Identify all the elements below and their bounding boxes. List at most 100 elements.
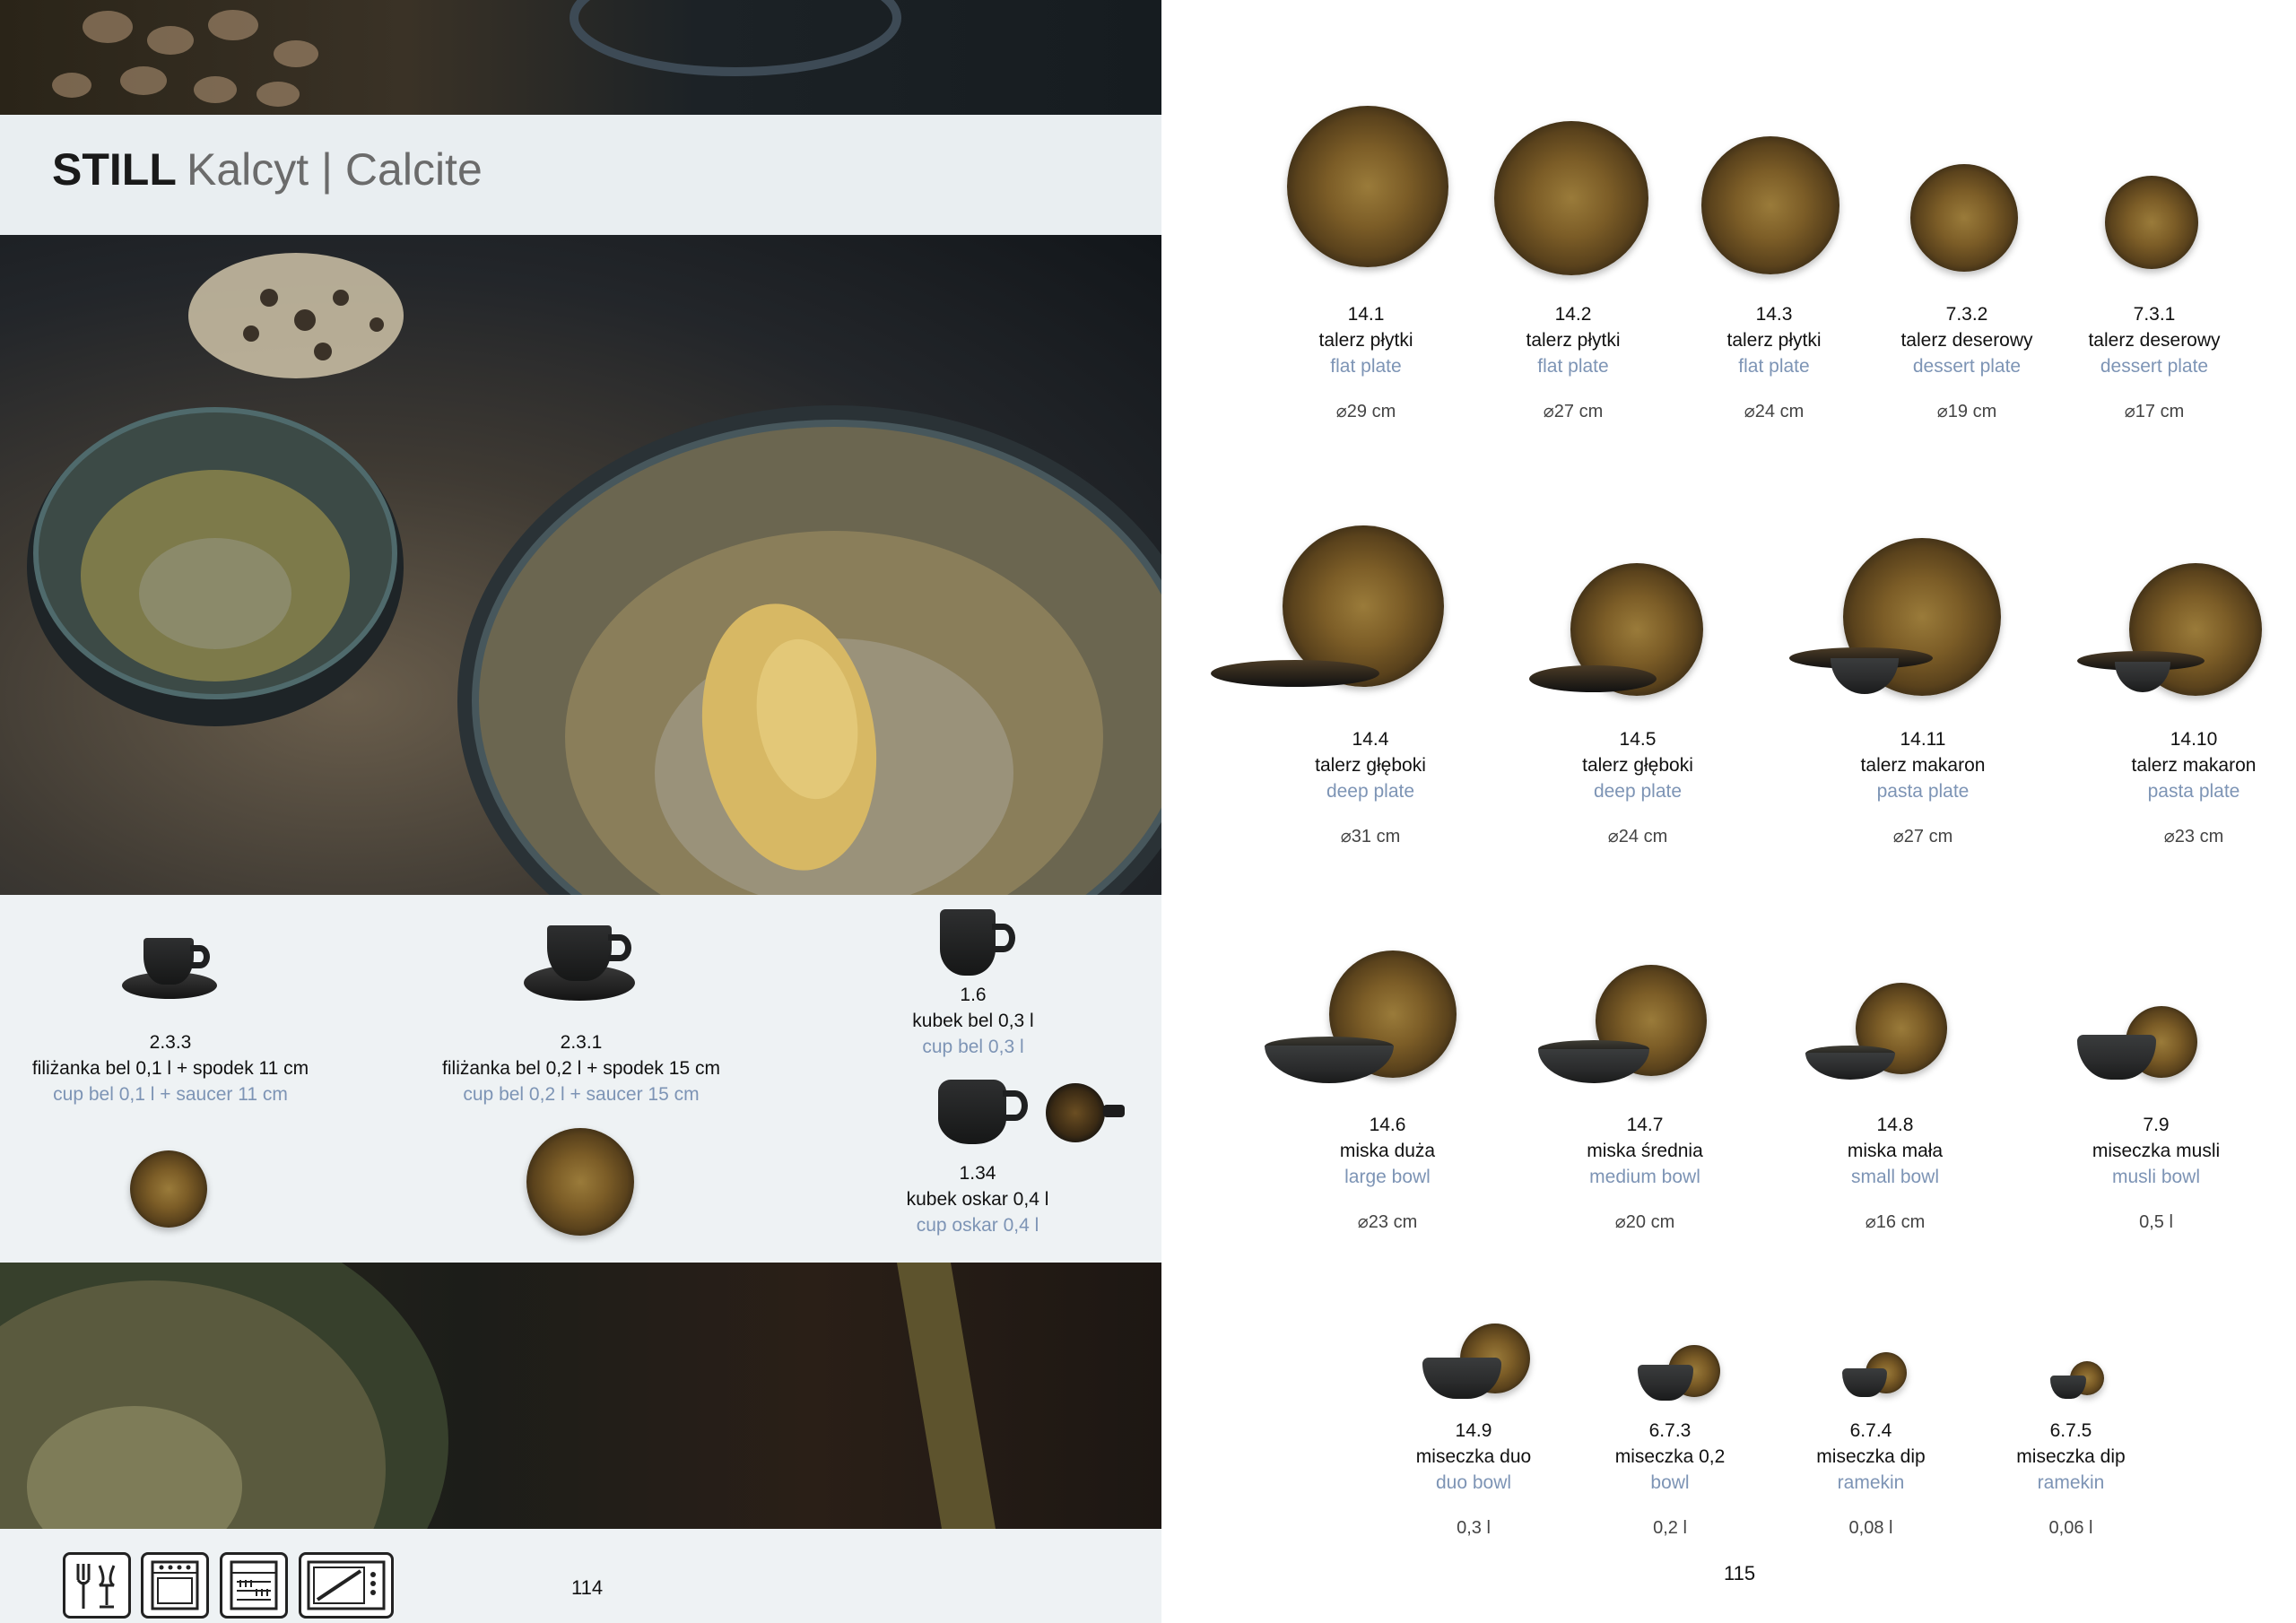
product-name-en: cup bel 0,3 l [922,1037,1024,1057]
product-size: ⌀29 cm [1335,402,1396,421]
plate-14.3-image [1701,136,1839,274]
product-name-en: duo bowl [1435,1472,1512,1493]
product-6.7.5: 6.7.5 miseczka dip ramekin 0,06 l [2016,1418,2125,1541]
cup-2.3.3-image [122,933,221,1004]
product-name-en: cup oskar 0,4 l [916,1215,1039,1236]
plate-14.5-image [1529,563,1709,698]
product-2.3.3: 2.3.3 filiżanka bel 0,1 l + spodek 11 cm… [32,1029,309,1107]
product-name-pl: talerz głęboki [1582,755,1693,776]
product-14.2: 14.2 talerz płytki flat plate ⌀27 cm [1526,301,1620,425]
cup-2.3.1-image [524,922,640,1011]
product-14.9: 14.9 miseczka duo duo bowl 0,3 l [1416,1418,1531,1541]
product-1.6: 1.6 kubek bel 0,3 l cup bel 0,3 l [912,982,1033,1060]
plate-14.10-image [2077,563,2266,698]
left-page: STILL Kalcyt | Calcite 2.3.3 filiżanka b… [0,0,1161,1623]
product-code: 14.2 [1554,304,1592,325]
plate-14.1-image [1287,106,1448,267]
product-name-en: dessert plate [1912,356,2022,377]
product-name-en: musli bowl [2111,1167,2201,1187]
product-code: 7.3.1 [2133,304,2176,325]
bowl-6.7.3-image [1638,1345,1727,1402]
product-name-en: deep plate [1326,781,1415,802]
product-size: ⌀19 cm [1936,402,1997,421]
product-name-pl: miska duża [1339,1141,1436,1161]
product-name-pl: miska średnia [1587,1141,1703,1161]
product-size: ⌀27 cm [1543,402,1604,421]
product-code: 6.7.3 [1648,1420,1692,1441]
bowl-14.7-image [1538,965,1718,1090]
product-size: ⌀23 cm [2163,827,2224,846]
product-name-pl: miseczka dip [1816,1446,1926,1467]
bowl-6.7.5-image [2050,1361,2113,1402]
product-code: 6.7.4 [1849,1420,1892,1441]
product-name-pl: miseczka musli [2092,1141,2221,1161]
product-name-pl: miska mała [1847,1141,1944,1161]
plate-7.3.2-image [1910,164,2018,272]
product-name-pl: talerz deserowy [1900,330,2033,351]
product-size: 0,5 l [2139,1212,2173,1232]
plate-14.4-image [1211,525,1453,696]
bowl-6.7.4-image [1842,1352,1914,1402]
product-name-en: cup bel 0,1 l + saucer 11 cm [53,1084,288,1105]
bottom-photo [0,1263,1161,1529]
plate-14.11-image [1789,538,2005,699]
product-name-pl: talerz makaron [2131,755,2257,776]
bowl-closeup-photo [0,1263,996,1529]
product-size: ⌀23 cm [1357,1212,1418,1232]
product-name-en: flat plate [1330,356,1402,377]
product-code: 6.7.5 [2049,1420,2092,1441]
product-name-pl: kubek oskar 0,4 l [906,1189,1049,1210]
product-name-en: medium bowl [1589,1167,1700,1187]
product-name-pl: talerz makaron [1860,755,1986,776]
product-1.34: 1.34 kubek oskar 0,4 l cup oskar 0,4 l [907,1160,1049,1238]
product-name-en: flat plate [1537,356,1609,377]
product-7.3.1: 7.3.1 talerz deserowy dessert plate ⌀17 … [2088,301,2220,425]
plate-14.2-image [1494,121,1648,275]
mug-1.34-image [935,1076,1141,1148]
top-photo [0,0,1161,115]
product-code: 7.3.2 [1945,304,1988,325]
oven-safe-icon [141,1552,209,1619]
product-7.9: 7.9 miseczka musli musli bowl 0,5 l [2092,1112,2220,1236]
bowl-7.9-image [2077,1006,2203,1087]
product-size: ⌀24 cm [1607,827,1668,846]
product-size: ⌀16 cm [1865,1212,1926,1232]
product-code: 14.5 [1619,729,1657,750]
product-code: 14.7 [1626,1115,1664,1135]
product-size: 0,2 l [1653,1518,1687,1538]
product-size: ⌀20 cm [1614,1212,1675,1232]
page-number-right: 115 [1724,1562,1756,1584]
product-name-en: ramekin [2037,1472,2105,1493]
product-7.3.2: 7.3.2 talerz deserowy dessert plate ⌀19 … [1900,301,2032,425]
product-code: 14.11 [1900,729,1946,750]
product-name-pl: miseczka duo [1415,1446,1532,1467]
product-name-en: large bowl [1344,1167,1431,1187]
page-number-left: 114 [571,1576,604,1599]
product-name-pl: filiżanka bel 0,2 l + spodek 15 cm [442,1058,720,1079]
product-size: ⌀24 cm [1744,402,1805,421]
food-safe-icon [63,1552,131,1619]
product-14.5: 14.5 talerz głęboki deep plate ⌀24 cm [1582,726,1693,850]
collection-name: STILL [52,144,177,195]
microwave-safe-icon [299,1552,394,1619]
bowl-14.6-image [1265,950,1462,1085]
product-14.3: 14.3 talerz płytki flat plate ⌀24 cm [1726,301,1821,425]
product-2.3.1: 2.3.1 filiżanka bel 0,2 l + spodek 15 cm… [442,1029,720,1107]
product-name-en: flat plate [1738,356,1810,377]
product-name-pl: talerz płytki [1726,330,1822,351]
bowls-photo [27,253,1161,895]
product-14.11: 14.11 talerz makaron pasta plate ⌀27 cm [1861,726,1986,850]
product-name-en: pasta plate [1876,781,1970,802]
product-code: 14.4 [1352,729,1389,750]
product-name-en: small bowl [1850,1167,1940,1187]
product-name-pl: talerz płytki [1526,330,1621,351]
product-code: 14.10 [2170,729,2218,750]
product-name-en: pasta plate [2147,781,2240,802]
product-code: 14.6 [1369,1115,1406,1135]
product-name-en: ramekin [1837,1472,1905,1493]
product-14.4: 14.4 talerz głęboki deep plate ⌀31 cm [1315,726,1426,850]
plate-7.3.1-image [2105,176,2198,269]
product-name-pl: talerz głęboki [1315,755,1426,776]
product-code: 14.8 [1876,1115,1914,1135]
product-code: 7.9 [2143,1115,2170,1135]
